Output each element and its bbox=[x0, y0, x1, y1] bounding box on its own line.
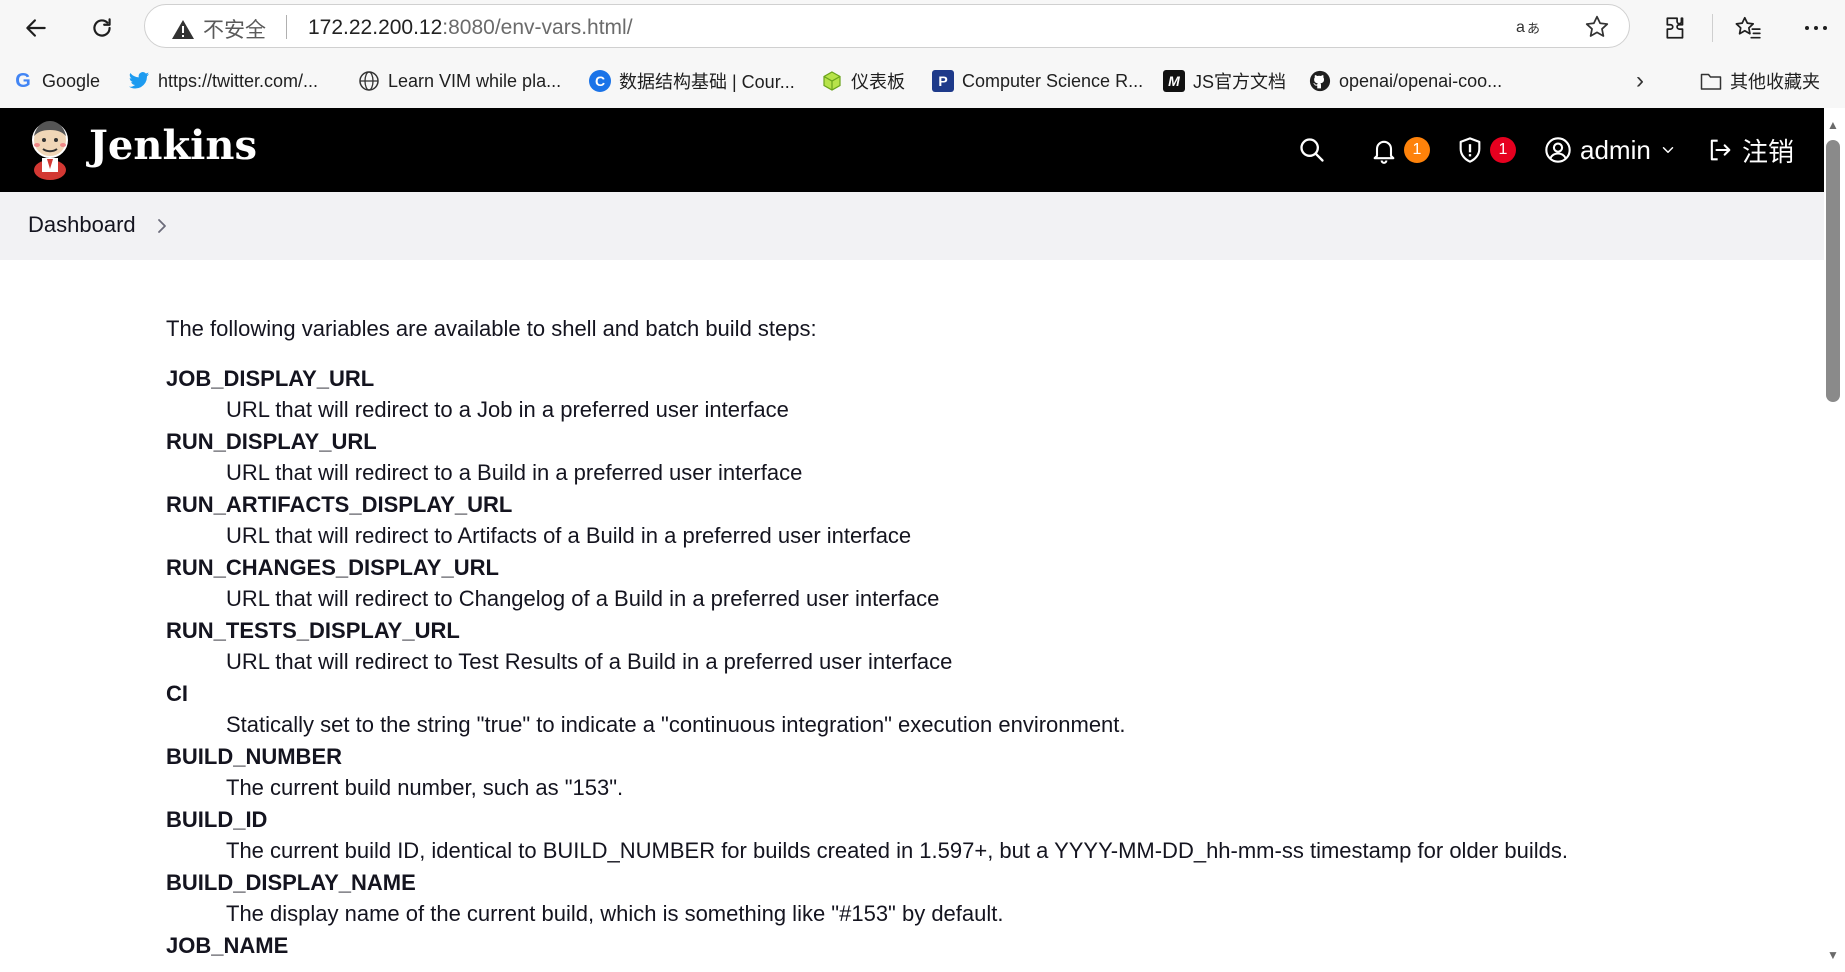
security-badge: 1 bbox=[1490, 137, 1516, 163]
bookmark-js-docs[interactable]: M JS官方文档 bbox=[1163, 68, 1286, 94]
env-var-desc: The current build ID, identical to BUILD… bbox=[226, 838, 1568, 863]
breadcrumb: Dashboard bbox=[0, 192, 1824, 260]
bookmark-label: 仪表板 bbox=[851, 72, 905, 92]
bookmark-label: Learn VIM while pla... bbox=[388, 70, 562, 91]
env-var-desc: URL that will redirect to Artifacts of a… bbox=[226, 523, 912, 548]
intro-text: The following variables are available to… bbox=[166, 316, 817, 341]
security-label: 不安全 bbox=[203, 19, 266, 42]
bell-icon bbox=[1373, 140, 1395, 164]
username: admin bbox=[1580, 134, 1651, 165]
notifications-badge: 1 bbox=[1404, 137, 1430, 163]
jenkins-logo-icon[interactable] bbox=[28, 118, 72, 180]
bookmark-label: Computer Science R... bbox=[962, 70, 1144, 91]
env-var-desc: The display name of the current build, w… bbox=[226, 901, 1004, 926]
svg-text:a: a bbox=[1516, 19, 1525, 36]
env-var-desc: URL that will redirect to a Build in a p… bbox=[226, 460, 803, 485]
favorite-star-icon[interactable] bbox=[1583, 13, 1611, 41]
read-aloud-icon[interactable]: aあ bbox=[1515, 13, 1543, 41]
course-icon: C bbox=[589, 70, 611, 92]
bookmark-computer-science[interactable]: P Computer Science R... bbox=[932, 68, 1143, 94]
user-menu[interactable]: admin bbox=[1544, 130, 1677, 170]
env-var-desc: Statically set to the string "true" to i… bbox=[226, 712, 1126, 737]
env-var-name: RUN_CHANGES_DISPLAY_URL bbox=[166, 555, 499, 580]
github-icon bbox=[1309, 70, 1331, 92]
search-button[interactable] bbox=[1298, 130, 1326, 170]
scroll-down-arrow-icon[interactable]: ▼ bbox=[1826, 948, 1840, 962]
env-var-name: BUILD_DISPLAY_NAME bbox=[166, 870, 416, 895]
toolbar-divider bbox=[1712, 14, 1713, 42]
google-icon: G bbox=[15, 69, 31, 92]
shield-icon bbox=[1459, 137, 1481, 163]
bookmark-learn-vim[interactable]: Learn VIM while pla... bbox=[358, 68, 561, 94]
bookmark-label: JS官方文档 bbox=[1193, 72, 1287, 92]
env-var-desc: The current build number, such as "153". bbox=[226, 775, 624, 800]
env-var-desc: URL that will redirect to a Job in a pre… bbox=[226, 397, 789, 422]
p-icon: P bbox=[932, 70, 954, 92]
env-var-name: CI bbox=[166, 681, 188, 706]
bookmark-google[interactable]: G Google bbox=[12, 68, 100, 94]
back-arrow-icon bbox=[26, 19, 46, 37]
more-menu-icon[interactable] bbox=[1796, 8, 1836, 48]
env-var-name: RUN_TESTS_DISPLAY_URL bbox=[166, 618, 460, 643]
logout-button[interactable]: 注销 bbox=[1706, 130, 1794, 170]
jenkins-header: Jenkins 1 1 admin 注销 bbox=[0, 108, 1824, 192]
url-divider bbox=[286, 15, 287, 39]
security-indicator[interactable]: 不安全 bbox=[171, 14, 266, 44]
bookmark-label: Google bbox=[42, 70, 101, 91]
favorites-icon[interactable] bbox=[1728, 8, 1768, 48]
page-viewport: Jenkins 1 1 admin 注销 Dashboard The follo… bbox=[0, 108, 1824, 972]
bookmark-course[interactable]: C 数据结构基础 | Cour... bbox=[589, 68, 795, 94]
env-var-name: BUILD_NUMBER bbox=[166, 744, 342, 769]
bookmark-dashboard[interactable]: 仪表板 bbox=[821, 68, 905, 94]
m-icon: M bbox=[1163, 70, 1185, 92]
bookmark-label: 数据结构基础 | Cour... bbox=[619, 72, 795, 92]
env-var-desc: URL that will redirect to Test Results o… bbox=[226, 649, 953, 674]
extensions-icon[interactable] bbox=[1656, 8, 1696, 48]
logout-icon bbox=[1710, 139, 1731, 161]
folder-icon bbox=[1700, 70, 1722, 92]
search-icon bbox=[1300, 138, 1324, 162]
url-text[interactable]: 172.22.200.12:8080/env-vars.html/ bbox=[308, 16, 633, 40]
env-var-name: BUILD_ID bbox=[166, 807, 268, 832]
svg-text:あ: あ bbox=[1527, 22, 1540, 37]
cube-icon bbox=[821, 70, 843, 92]
bookmarks-bar: G Google https://twitter.com/... Learn V… bbox=[0, 60, 1845, 100]
bookmark-label: https://twitter.com/... bbox=[158, 70, 319, 91]
url-host: 172.22.200.12 bbox=[308, 16, 443, 39]
reload-button[interactable] bbox=[82, 8, 122, 48]
env-var-name: JOB_DISPLAY_URL bbox=[166, 366, 375, 391]
more-bookmarks-chevron-icon[interactable]: › bbox=[1636, 67, 1644, 94]
other-bookmarks-label: 其他收藏夹 bbox=[1730, 72, 1820, 92]
breadcrumb-dashboard[interactable]: Dashboard bbox=[28, 212, 136, 238]
env-var-name: RUN_DISPLAY_URL bbox=[166, 429, 377, 454]
reload-icon bbox=[93, 18, 111, 37]
warning-icon bbox=[172, 20, 194, 39]
globe-icon bbox=[358, 70, 380, 92]
url-path: :8080/env-vars.html/ bbox=[442, 16, 633, 39]
notifications-button[interactable]: 1 bbox=[1370, 130, 1430, 170]
bookmark-twitter[interactable]: https://twitter.com/... bbox=[128, 68, 318, 94]
env-var-name: JOB_NAME bbox=[166, 933, 289, 958]
breadcrumb-chevron-icon[interactable] bbox=[154, 216, 170, 241]
user-icon bbox=[1545, 137, 1571, 163]
other-bookmarks-folder[interactable]: 其他收藏夹 bbox=[1700, 68, 1820, 94]
address-bar[interactable]: 不安全 172.22.200.12:8080/env-vars.html/ aあ bbox=[144, 4, 1630, 48]
chevron-down-icon bbox=[1662, 147, 1674, 153]
scroll-up-arrow-icon[interactable]: ▲ bbox=[1826, 118, 1840, 132]
main-content: The following variables are available to… bbox=[166, 314, 1766, 961]
env-var-list: JOB_DISPLAY_URL URL that will redirect t… bbox=[166, 364, 1766, 961]
browser-chrome: 不安全 172.22.200.12:8080/env-vars.html/ aあ… bbox=[0, 0, 1845, 108]
env-var-name: RUN_ARTIFACTS_DISPLAY_URL bbox=[166, 492, 513, 517]
security-button[interactable]: 1 bbox=[1456, 130, 1516, 170]
bookmark-label: openai/openai-coo... bbox=[1339, 70, 1503, 91]
env-var-desc: URL that will redirect to Changelog of a… bbox=[226, 586, 940, 611]
back-button[interactable] bbox=[16, 8, 56, 48]
logout-label: 注销 bbox=[1742, 136, 1795, 167]
bookmark-openai[interactable]: openai/openai-coo... bbox=[1309, 68, 1502, 94]
twitter-icon bbox=[128, 70, 150, 92]
scrollbar-thumb[interactable] bbox=[1826, 140, 1840, 402]
jenkins-brand[interactable]: Jenkins bbox=[89, 122, 257, 169]
